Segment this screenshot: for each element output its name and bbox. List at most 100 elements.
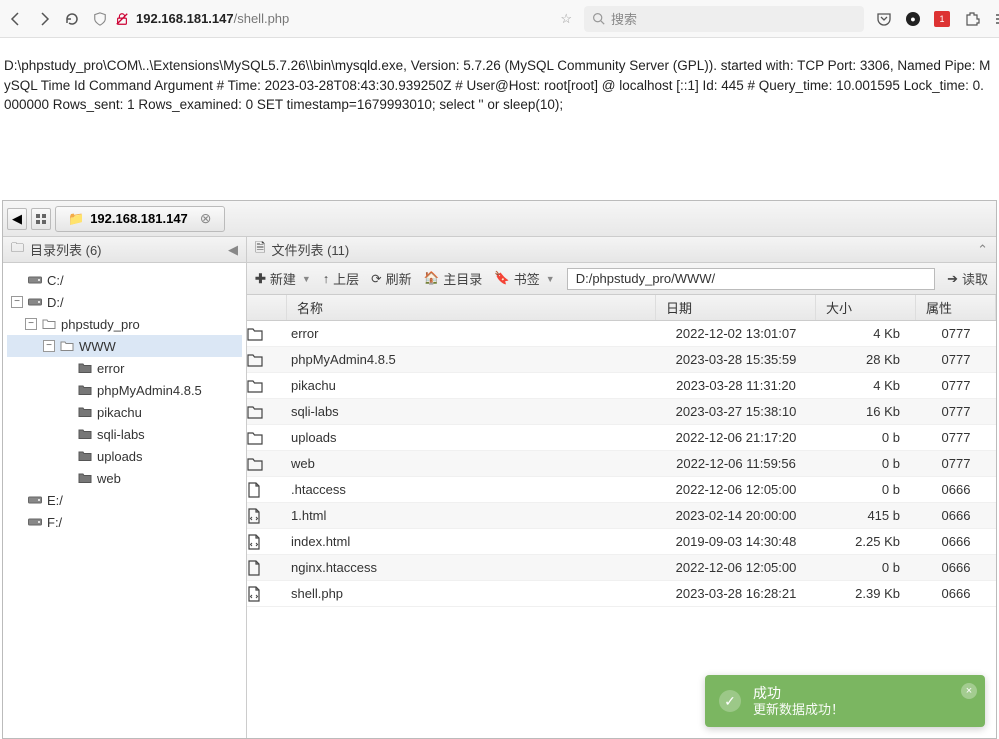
url-text: 192.168.181.147/shell.php: [136, 11, 554, 26]
cell-size: 0 b: [816, 430, 916, 445]
cell-size: 28 Kb: [816, 352, 916, 367]
expand-toggle[interactable]: −: [11, 296, 23, 308]
table-row[interactable]: 1.html2023-02-14 20:00:00415 b0666: [247, 503, 996, 529]
pocket-icon[interactable]: [876, 11, 892, 27]
toast-success: ✓ 成功 更新数据成功！ ×: [705, 675, 985, 727]
folder-icon: [247, 405, 287, 419]
cell-name: pikachu: [287, 378, 656, 393]
tree-label: sqli-labs: [97, 427, 145, 442]
table-row[interactable]: nginx.htaccess2022-12-06 12:05:000 b0666: [247, 555, 996, 581]
cell-name: .htaccess: [287, 482, 656, 497]
tree-node[interactable]: error: [7, 357, 242, 379]
tree-label: pikachu: [97, 405, 142, 420]
bookmark-star-button[interactable]: ☆: [560, 11, 572, 27]
cell-perm: 0666: [916, 560, 996, 575]
table-row[interactable]: error2022-12-02 13:01:074 Kb0777: [247, 321, 996, 347]
search-box[interactable]: 搜索: [584, 6, 864, 32]
col-date[interactable]: 日期: [656, 295, 816, 320]
refresh-button[interactable]: ⟳刷新: [371, 269, 412, 288]
col-perm[interactable]: 属性: [916, 295, 996, 320]
tree-label: F:/: [47, 515, 62, 530]
cell-perm: 0777: [916, 352, 996, 367]
new-button[interactable]: ✚新建▼: [255, 269, 311, 288]
tab-close-button[interactable]: ⊗: [200, 210, 212, 227]
bookmark-button[interactable]: 🔖书签▼: [494, 269, 555, 288]
tree-node[interactable]: phpMyAdmin4.8.5: [7, 379, 242, 401]
grid-view-button[interactable]: [31, 208, 51, 230]
collapse-button[interactable]: ◀: [7, 208, 27, 230]
cell-date: 2022-12-02 13:01:07: [656, 326, 816, 341]
col-size[interactable]: 大小: [816, 295, 916, 320]
address-bar[interactable]: 192.168.181.147/shell.php ☆: [92, 11, 572, 27]
cell-size: 0 b: [816, 560, 916, 575]
table-row[interactable]: uploads2022-12-06 21:17:200 b0777: [247, 425, 996, 451]
toast-close-button[interactable]: ×: [961, 683, 977, 699]
notification-badge[interactable]: ●: [906, 12, 920, 26]
up-button[interactable]: ↑上层: [323, 269, 359, 288]
tree-label: C:/: [47, 273, 64, 288]
folder-icon: [247, 431, 287, 445]
cell-size: 0 b: [816, 482, 916, 497]
tab-host[interactable]: 📁 192.168.181.147 ⊗: [55, 206, 225, 232]
file-manager: ◀ 📁 192.168.181.147 ⊗ 🗀 目录列表 (6) ◀ C:/−D…: [2, 200, 997, 739]
menu-icon[interactable]: [994, 11, 999, 27]
expand-toggle: [11, 494, 23, 506]
filelist-title: 文件列表 (11): [271, 240, 349, 259]
tree-node[interactable]: sqli-labs: [7, 423, 242, 445]
tree-node[interactable]: C:/: [7, 269, 242, 291]
file-panel: 🗎 文件列表 (11) ⌃ ✚新建▼ ↑上层 ⟳刷新 🏠主目录 🔖书签▼ ➔读取…: [247, 237, 996, 738]
table-row[interactable]: shell.php2023-03-28 16:28:212.39 Kb0666: [247, 581, 996, 607]
expand-toggle: [61, 406, 73, 418]
check-icon: ✓: [719, 690, 741, 712]
tree-node[interactable]: E:/: [7, 489, 242, 511]
folder-icon: [41, 318, 57, 330]
cell-name: nginx.htaccess: [287, 560, 656, 575]
folder-icon: 📁: [68, 211, 84, 227]
tree-node[interactable]: web: [7, 467, 242, 489]
table-row[interactable]: sqli-labs2023-03-27 15:38:1016 Kb0777: [247, 399, 996, 425]
tree-label: uploads: [97, 449, 143, 464]
tree-node[interactable]: uploads: [7, 445, 242, 467]
expand-toggle: [11, 516, 23, 528]
forward-button[interactable]: [36, 9, 52, 29]
cell-perm: 0777: [916, 430, 996, 445]
tree-node[interactable]: F:/: [7, 511, 242, 533]
home-button[interactable]: 🏠主目录: [424, 269, 483, 288]
folder-dark-icon: [77, 362, 93, 374]
collapse-icon[interactable]: ◀: [228, 242, 238, 258]
read-button[interactable]: ➔读取: [947, 269, 988, 288]
file-icon: 🗎: [255, 239, 265, 261]
cell-perm: 0777: [916, 404, 996, 419]
expand-toggle: [61, 428, 73, 440]
drive-icon: [27, 296, 43, 308]
table-row[interactable]: index.html2019-09-03 14:30:482.25 Kb0666: [247, 529, 996, 555]
path-input[interactable]: [567, 268, 935, 290]
tree-label: D:/: [47, 295, 64, 310]
extension-badge[interactable]: 1: [934, 11, 950, 27]
folder-icon: [247, 327, 287, 341]
tree-node[interactable]: pikachu: [7, 401, 242, 423]
collapse-icon[interactable]: ⌃: [977, 242, 988, 258]
cell-size: 2.39 Kb: [816, 586, 916, 601]
cell-perm: 0666: [916, 534, 996, 549]
cell-date: 2023-03-28 11:31:20: [656, 378, 816, 393]
table-row[interactable]: phpMyAdmin4.8.52023-03-28 15:35:5928 Kb0…: [247, 347, 996, 373]
reload-button[interactable]: [64, 9, 80, 29]
expand-toggle: [11, 274, 23, 286]
cell-name: web: [287, 456, 656, 471]
tree-node[interactable]: −phpstudy_pro: [7, 313, 242, 335]
tree-node[interactable]: −WWW: [7, 335, 242, 357]
cell-perm: 0777: [916, 326, 996, 341]
table-row[interactable]: pikachu2023-03-28 11:31:204 Kb0777: [247, 373, 996, 399]
filelist-header: 🗎 文件列表 (11) ⌃: [247, 237, 996, 263]
tree-node[interactable]: − D:/: [7, 291, 242, 313]
cell-name: phpMyAdmin4.8.5: [287, 352, 656, 367]
search-placeholder: 搜索: [611, 9, 637, 28]
back-button[interactable]: [8, 9, 24, 29]
table-row[interactable]: web2022-12-06 11:59:560 b0777: [247, 451, 996, 477]
expand-toggle[interactable]: −: [43, 340, 55, 352]
col-name[interactable]: 名称: [287, 295, 656, 320]
expand-toggle[interactable]: −: [25, 318, 37, 330]
table-row[interactable]: .htaccess2022-12-06 12:05:000 b0666: [247, 477, 996, 503]
extensions-icon[interactable]: [964, 11, 980, 27]
